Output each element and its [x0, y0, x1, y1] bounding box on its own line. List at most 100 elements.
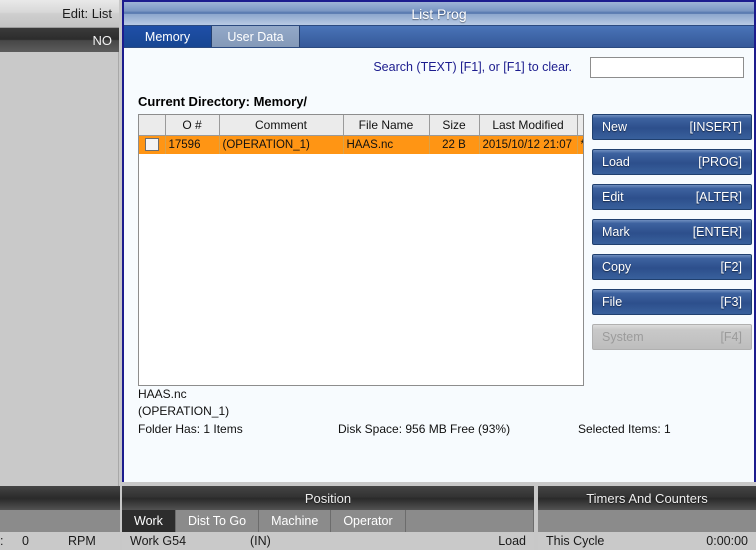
- column-header-checkbox[interactable]: [139, 115, 166, 136]
- selected-file-comment: (OPERATION_1): [138, 404, 230, 418]
- mark-button-label: Mark: [602, 225, 630, 239]
- disk-space-info: Disk Space: 956 MB Free (93%): [338, 422, 511, 436]
- work-offset-label: Work G54: [130, 534, 187, 548]
- position-panel: Position Work Dist To Go Machine Operato…: [122, 486, 534, 550]
- list-prog-window: List Prog Memory User Data Search (TEXT)…: [122, 0, 756, 482]
- tab-operator-label: Operator: [343, 514, 393, 528]
- this-cycle-row: This Cycle 0:00:00: [538, 532, 756, 550]
- left-sidebar: Edit: List NO: [0, 0, 120, 486]
- current-directory-label: Current Directory: Memory/: [138, 94, 308, 109]
- window-title-bar: List Prog: [124, 2, 754, 26]
- copy-button-key: [F2]: [720, 260, 742, 274]
- tab-memory[interactable]: Memory: [124, 26, 212, 47]
- row-checkbox[interactable]: [144, 138, 159, 152]
- tab-work[interactable]: Work: [122, 510, 176, 532]
- tab-user-data[interactable]: User Data: [212, 26, 300, 47]
- file-button-key: [F3]: [720, 295, 742, 309]
- row-checkbox-cell[interactable]: [139, 135, 166, 154]
- edit-button-key: [ALTER]: [695, 190, 742, 204]
- timers-panel-title: Timers And Counters: [538, 486, 756, 510]
- tab-dist-to-go[interactable]: Dist To Go: [175, 510, 260, 532]
- timers-title-label: Timers And Counters: [586, 490, 708, 506]
- position-work-row: Work G54 (IN) Load: [122, 532, 534, 550]
- new-button-label: New: [602, 120, 628, 134]
- row-last-modified: 2015/10/12 21:07: [479, 135, 578, 154]
- timers-subheader: [538, 510, 756, 532]
- window-body: Search (TEXT) [F1], or [F1] to clear. Cu…: [124, 48, 754, 482]
- column-header-size[interactable]: Size: [429, 115, 480, 136]
- new-button[interactable]: New [INSERT]: [592, 114, 752, 140]
- bottom-left-subheader: [0, 510, 120, 532]
- machine-status-bar: NO: [0, 28, 119, 52]
- work-units-label: (IN): [250, 534, 271, 548]
- system-button-key: [F4]: [720, 330, 742, 344]
- tab-machine-label: Machine: [271, 514, 319, 528]
- copy-button-label: Copy: [602, 260, 632, 274]
- tab-strip-filler: [300, 26, 754, 47]
- selected-item-count: Selected Items: 1: [578, 422, 671, 436]
- column-header-file-name[interactable]: File Name: [343, 115, 430, 136]
- table-row[interactable]: 17596 (OPERATION_1) HAAS.nc 22 B 2015/10…: [139, 135, 583, 154]
- tab-dist-to-go-label: Dist To Go: [187, 514, 247, 528]
- mark-button-key: [ENTER]: [692, 225, 742, 239]
- tab-memory-label: Memory: [144, 29, 191, 44]
- file-list-table[interactable]: O # Comment File Name Size Last Modified: [138, 114, 584, 386]
- file-info-footer: HAAS.nc (OPERATION_1) Folder Has: 1 Item…: [138, 386, 754, 436]
- haas-control-screen: Edit: List NO List Prog Memory User Data…: [0, 0, 756, 550]
- tab-user-data-label: User Data: [227, 29, 284, 44]
- edit-button[interactable]: Edit [ALTER]: [592, 184, 752, 210]
- mark-button[interactable]: Mark [ENTER]: [592, 219, 752, 245]
- column-header-last-modified[interactable]: Last Modified: [479, 115, 578, 136]
- spindle-speed-row: : 0 RPM: [0, 532, 120, 550]
- folder-item-count: Folder Has: 1 Items: [138, 422, 243, 436]
- row-status: *: [577, 135, 583, 154]
- column-header-o-number[interactable]: O #: [165, 115, 220, 136]
- this-cycle-label: This Cycle: [546, 534, 605, 548]
- copy-button[interactable]: Copy [F2]: [592, 254, 752, 280]
- mode-indicator: Edit: List: [0, 0, 119, 28]
- edit-button-label: Edit: [602, 190, 624, 204]
- spindle-unit: RPM: [68, 534, 96, 548]
- tab-work-label: Work: [134, 514, 163, 528]
- system-button-label: System: [602, 330, 644, 344]
- position-panel-title: Position: [122, 486, 534, 510]
- table-header-row: O # Comment File Name Size Last Modified: [139, 115, 583, 136]
- position-tab-filler: [405, 510, 534, 532]
- timers-panel: Timers And Counters This Cycle 0:00:00: [538, 486, 756, 550]
- position-title-label: Position: [304, 490, 352, 506]
- machine-status-label: NO: [92, 32, 113, 48]
- system-button: System [F4]: [592, 324, 752, 350]
- load-button[interactable]: Load [PROG]: [592, 149, 752, 175]
- left-sidebar-body: [0, 52, 119, 486]
- row-comment: (OPERATION_1): [219, 135, 344, 154]
- tab-machine[interactable]: Machine: [259, 510, 332, 532]
- mode-label: Edit: List: [62, 6, 112, 21]
- selected-file-name: HAAS.nc: [138, 387, 187, 401]
- search-label: Search (TEXT) [F1], or [F1] to clear.: [373, 60, 572, 74]
- new-button-key: [INSERT]: [689, 120, 742, 134]
- load-button-key: [PROG]: [698, 155, 742, 169]
- tab-operator[interactable]: Operator: [331, 510, 406, 532]
- action-button-column: New [INSERT] Load [PROG] Edit [ALTER] Ma…: [592, 114, 752, 386]
- load-column-label: Load: [498, 534, 526, 548]
- bottom-left-header: [0, 486, 120, 510]
- column-header-status[interactable]: [577, 115, 583, 136]
- spindle-value: 0: [22, 534, 29, 548]
- spindle-prefix: :: [0, 534, 4, 548]
- file-button[interactable]: File [F3]: [592, 289, 752, 315]
- search-input[interactable]: [590, 56, 744, 78]
- row-file-name: HAAS.nc: [343, 135, 430, 154]
- page-title: List Prog: [411, 5, 467, 22]
- bottom-left-panel: : 0 RPM: [0, 486, 120, 550]
- search-row: Search (TEXT) [F1], or [F1] to clear.: [124, 48, 754, 86]
- load-button-label: Load: [602, 155, 630, 169]
- row-size: 22 B: [429, 135, 480, 154]
- window-tab-strip: Memory User Data: [124, 26, 754, 48]
- content-row: O # Comment File Name Size Last Modified: [124, 114, 754, 386]
- row-o-number: 17596: [165, 135, 220, 154]
- this-cycle-value: 0:00:00: [706, 534, 748, 548]
- file-button-label: File: [602, 295, 623, 309]
- column-header-comment[interactable]: Comment: [219, 115, 344, 136]
- folder-stats: Folder Has: 1 Items Disk Space: 956 MB F…: [138, 422, 754, 436]
- position-tab-strip: Work Dist To Go Machine Operator: [122, 510, 534, 532]
